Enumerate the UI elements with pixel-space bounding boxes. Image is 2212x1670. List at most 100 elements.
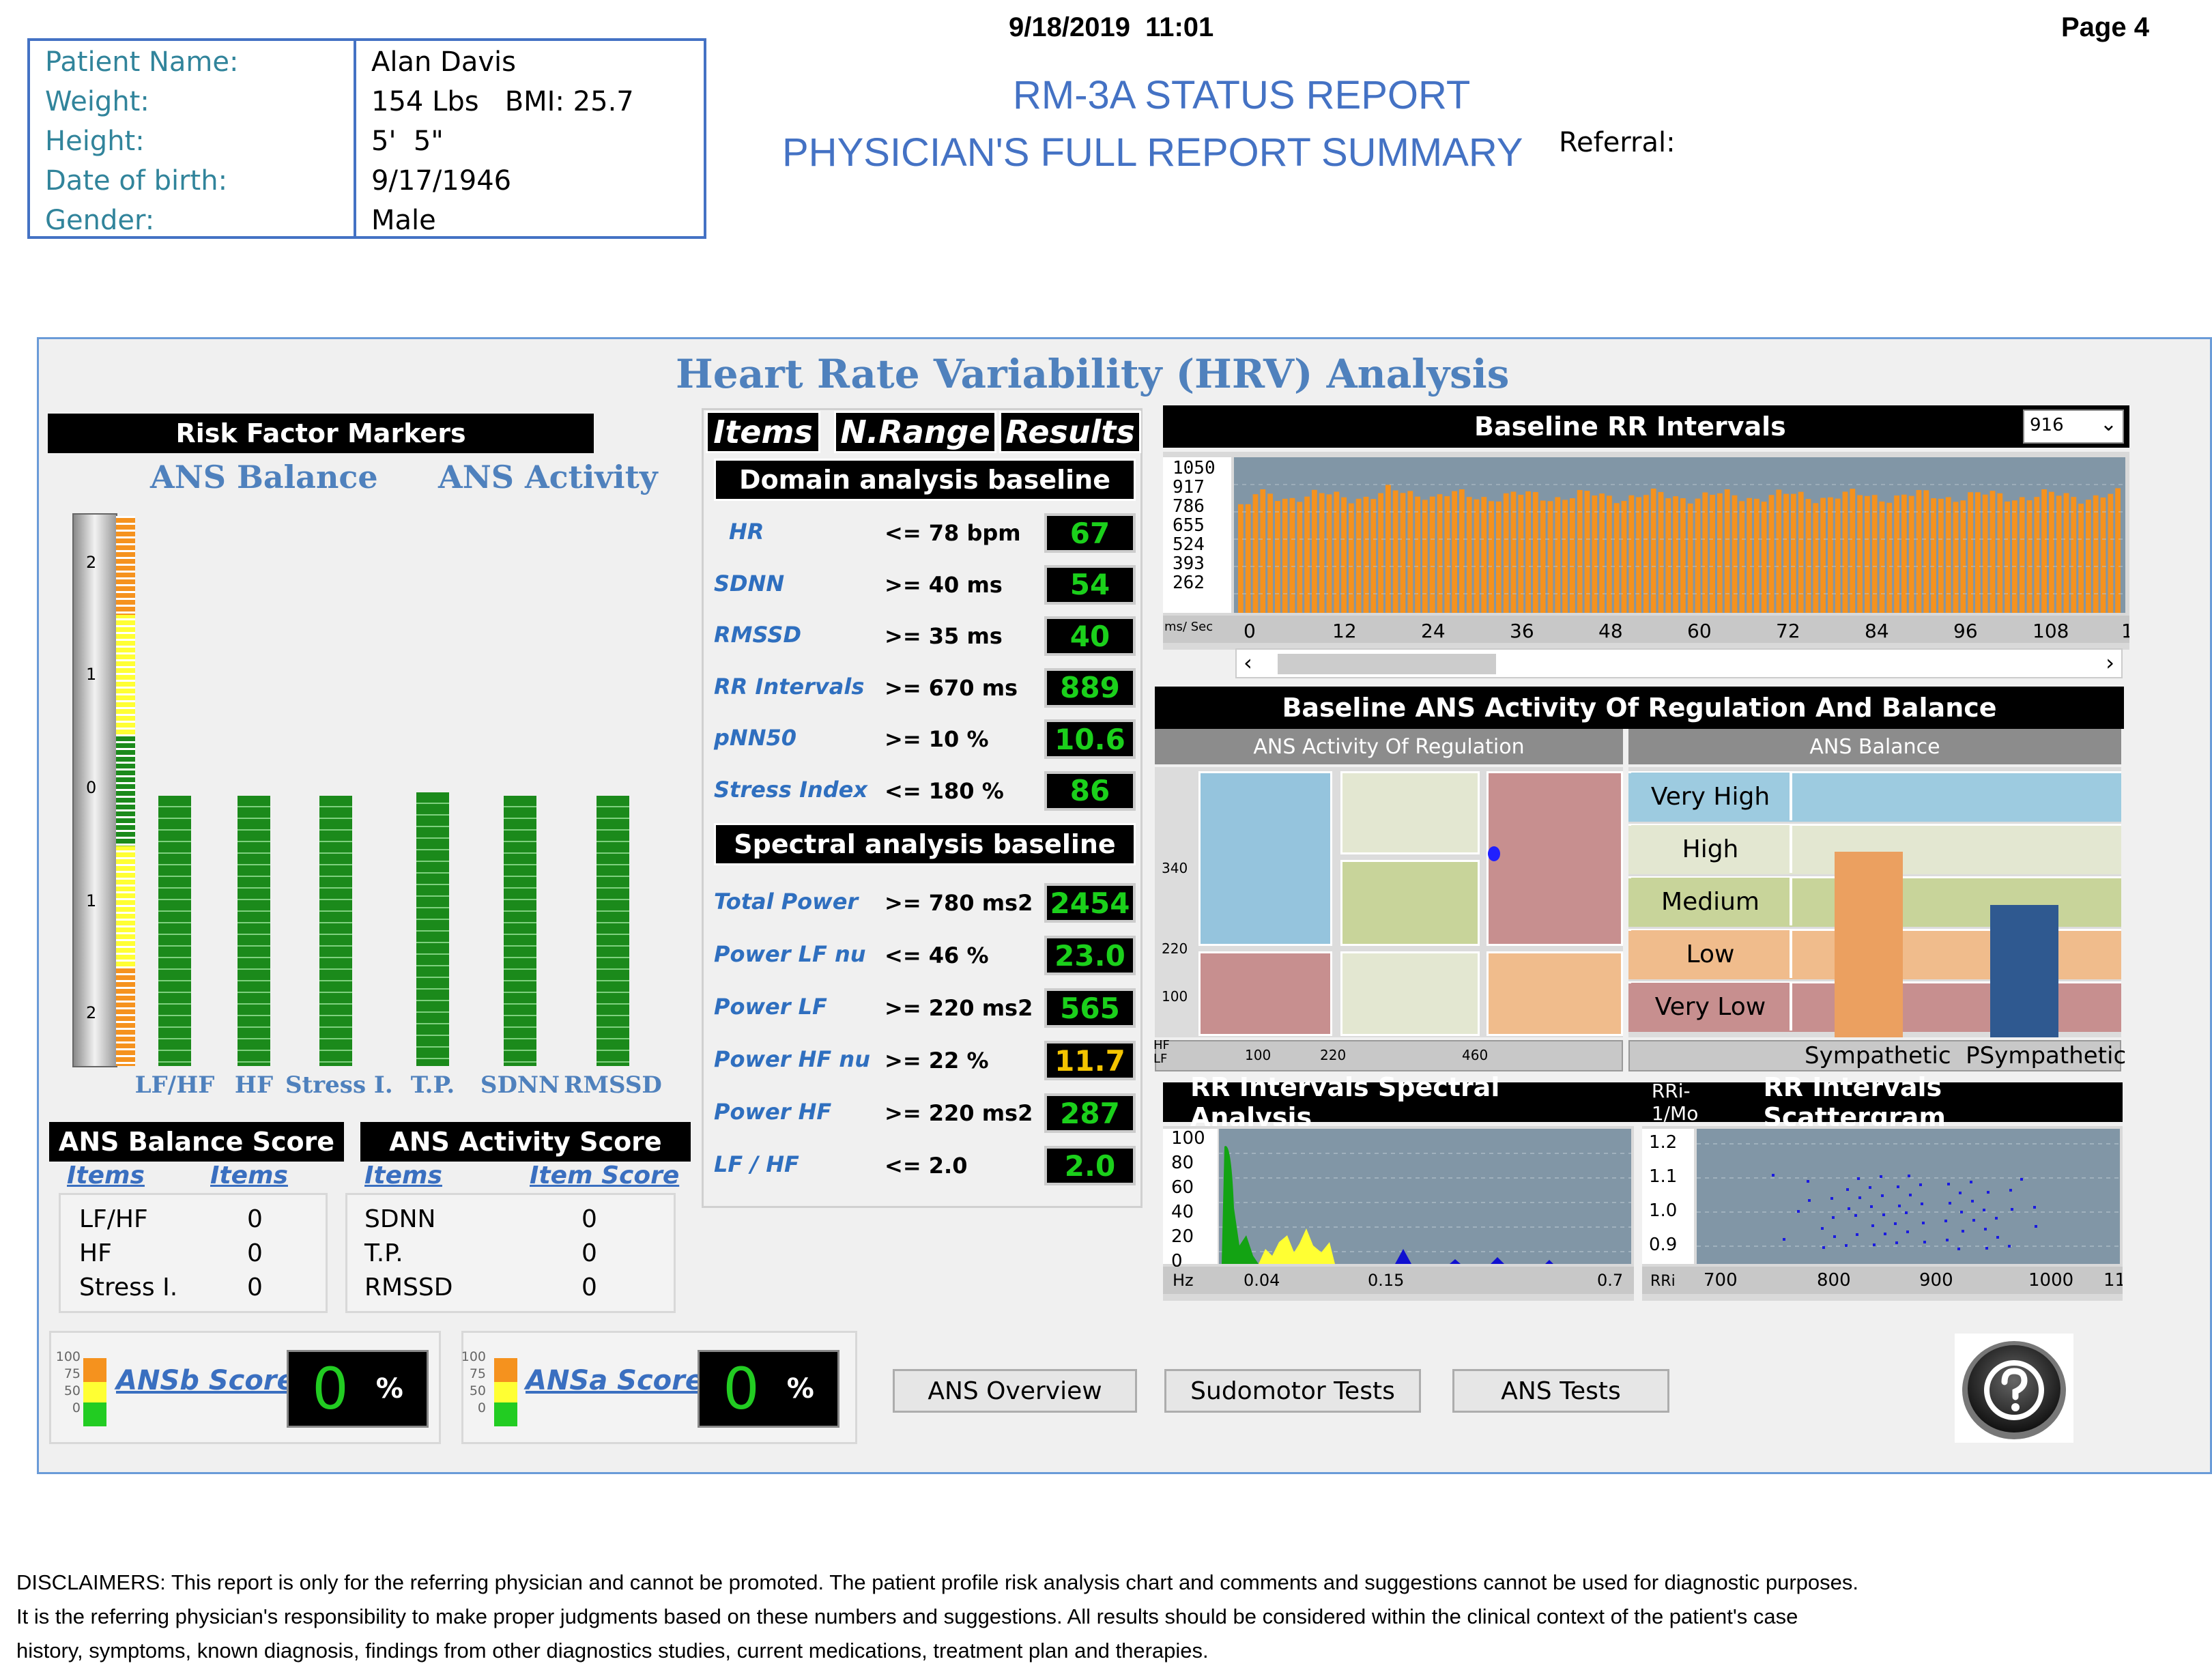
dob-label: Date of birth: (45, 165, 228, 197)
rr-bar (1798, 491, 1804, 613)
scroll-right-icon[interactable]: › (2106, 650, 2114, 676)
rr-bar (1518, 494, 1524, 613)
scroll-left-icon[interactable]: ‹ (1244, 650, 1252, 676)
help-icon (1962, 1341, 2066, 1439)
rr-bar (1592, 495, 1598, 613)
scatter-point (1854, 1214, 1857, 1217)
balance-items-link-2[interactable]: Items (210, 1162, 288, 1190)
rr-bar (1975, 492, 1981, 613)
sudomotor-tests-button[interactable]: Sudomotor Tests (1164, 1369, 1421, 1413)
result-normal-range: >= 40 ms (885, 571, 1003, 598)
rr-x-tick: 96 (1953, 620, 1978, 642)
scale-tick: 100 (55, 1349, 81, 1364)
risk-bar-label: SDNN (480, 1071, 560, 1099)
rr-bar (1968, 492, 1973, 613)
risk-bar-label: T.P. (410, 1071, 455, 1099)
rr-x-tick: 72 (1776, 620, 1800, 642)
result-value: 565 (1044, 988, 1136, 1028)
rr-bar (2071, 497, 2077, 613)
activity-items-link[interactable]: Items (364, 1162, 442, 1190)
rr-y-tick: 655 (1173, 515, 1205, 536)
result-item-name: Power LF nu (714, 941, 866, 967)
risk-bar (416, 792, 449, 1066)
rr-bar (1739, 501, 1745, 613)
scatter-point (1869, 1186, 1871, 1189)
result-item-name: Power LF (714, 994, 827, 1020)
rr-bar (1297, 502, 1303, 613)
scatter-point (2008, 1245, 2011, 1248)
patient-info-table: Patient Name: Alan Davis Weight: 154 Lbs B… (27, 38, 706, 239)
domain-analysis-title: Domain analysis baseline (714, 459, 1136, 501)
weight-value: 154 Lbs BMI: 25.7 (371, 86, 634, 117)
rr-bar (1319, 493, 1325, 613)
rr-bar (2056, 495, 2062, 613)
scatter-point (1870, 1205, 1873, 1208)
rr-bar (1378, 493, 1383, 613)
ansb-score-link[interactable]: ANSb Score (116, 1365, 296, 1396)
rr-scrollbar[interactable]: ‹ › (1235, 648, 2123, 678)
help-button[interactable] (1955, 1334, 2073, 1443)
result-value: 86 (1044, 771, 1136, 811)
rr-bar (1525, 491, 1531, 613)
reg-x-tick: 100 (1245, 1047, 1272, 1063)
scrollbar-thumb[interactable] (1278, 654, 1496, 674)
balance-level-label: Medium (1631, 878, 1792, 925)
report-title: RM-3A STATUS REPORT (1013, 73, 1471, 117)
rr-bar (1282, 498, 1288, 613)
scatter-point (1881, 1194, 1884, 1197)
rr-dropdown-value: 916 (2030, 415, 2064, 435)
rr-bar (1687, 503, 1693, 613)
rr-bar (1953, 502, 1959, 613)
result-normal-range: <= 78 bpm (885, 520, 1021, 546)
referral-label: Referral: (1559, 127, 1676, 158)
scatter-point (1908, 1175, 1910, 1177)
scatter-point (1898, 1205, 1901, 1207)
rr-y-tick: 524 (1173, 534, 1205, 555)
weight-label: Weight: (45, 86, 149, 117)
scatter-point (1960, 1211, 1963, 1213)
rr-bar (1665, 498, 1671, 613)
scatter-point (1962, 1230, 1964, 1233)
rr-bar (1813, 503, 1819, 613)
rr-bar (2093, 495, 2099, 613)
balance-item: Stress I. (79, 1273, 178, 1301)
reg-x-tick: 460 (1462, 1047, 1489, 1063)
rr-bar (1820, 498, 1826, 613)
reg-y-tick: 340 (1162, 860, 1188, 876)
ans-balance-subtitle: ANS Balance (1628, 729, 2121, 764)
result-item-name: SDNN (714, 570, 785, 596)
spec-y-tick: 60 (1171, 1177, 1194, 1198)
rr-bar (1747, 498, 1752, 613)
scatter-point (1905, 1211, 1908, 1214)
activity-item-score-link[interactable]: Item Score (530, 1162, 679, 1190)
grid-cell (1340, 860, 1480, 946)
scatter-y-tick: 0.9 (1649, 1235, 1677, 1255)
rr-bar (1452, 491, 1457, 613)
ans-overview-button[interactable]: ANS Overview (893, 1369, 1137, 1413)
rr-dropdown[interactable]: 916 ⌄ (2023, 409, 2124, 444)
rr-bar (1923, 490, 1929, 613)
risk-scale-tick: 1 (86, 665, 97, 684)
page-number: Page 4 (2061, 12, 2149, 42)
rr-bar (1570, 498, 1575, 613)
rr-bar (1444, 496, 1450, 613)
rr-bar (1835, 498, 1841, 613)
chevron-down-icon: ⌄ (2099, 412, 2117, 436)
scatter-x-tick: 1000 (2028, 1270, 2073, 1291)
rr-bar (1894, 495, 1899, 613)
scatter-point (1919, 1183, 1922, 1186)
rr-bar (2049, 491, 2054, 613)
ansa-score-display: 0 % (698, 1350, 839, 1428)
scatter-point (1808, 1199, 1811, 1202)
balance-items-link[interactable]: Items (67, 1162, 145, 1190)
scale-tick: 75 (63, 1366, 81, 1381)
scatter-point (2009, 1189, 2012, 1192)
scatter-point (1895, 1241, 1898, 1244)
ansa-score-link[interactable]: ANSa Score (526, 1365, 704, 1396)
scatter-point (1807, 1180, 1809, 1183)
sympathetic-bar (1835, 852, 1903, 1037)
rr-bar (1805, 499, 1811, 613)
scale-tick: 50 (63, 1383, 81, 1398)
reg-x-tick: 220 (1320, 1047, 1347, 1063)
ans-tests-button[interactable]: ANS Tests (1452, 1369, 1669, 1413)
